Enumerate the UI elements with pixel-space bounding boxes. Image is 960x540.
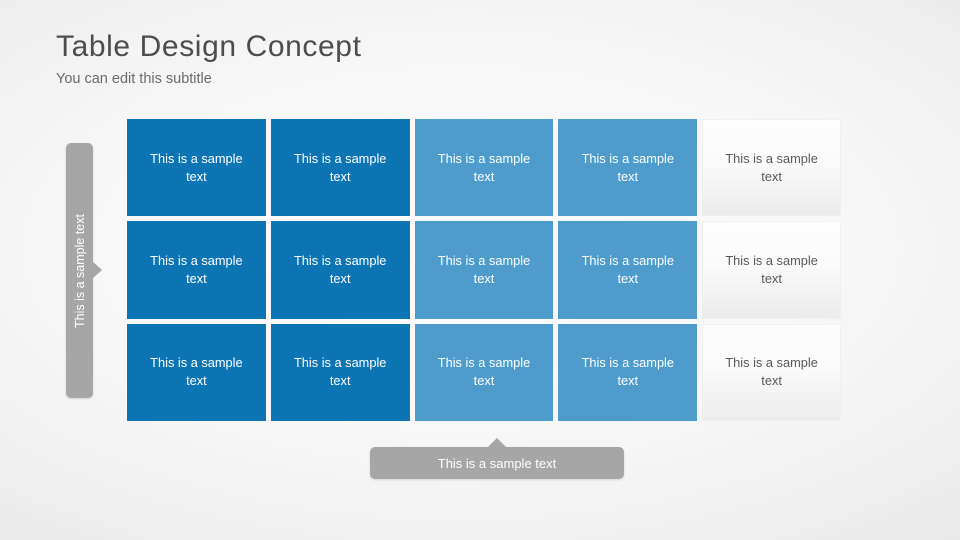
table-cell[interactable]: This is a sample text [558,221,698,319]
table-cell[interactable]: This is a sample text [270,221,410,319]
page-title: Table Design Concept [56,30,362,63]
table-cell[interactable]: This is a sample text [414,323,554,421]
slide-header: Table Design Concept You can edit this s… [56,28,362,89]
table-cell[interactable]: This is a sample text [414,119,554,217]
triangle-right-icon [93,262,102,278]
table-cell[interactable]: This is a sample text [127,119,266,217]
table-grid: This is a sample text This is a sample t… [127,119,841,421]
column-group-label-text: This is a sample text [437,455,557,471]
table-cell[interactable]: This is a sample text [558,323,698,421]
table-cell[interactable]: This is a sample text [558,119,698,217]
table-cell[interactable]: This is a sample text [414,221,554,319]
table-cell[interactable]: This is a sample text [702,119,841,217]
row-group-label[interactable]: This is a sample text [66,143,93,398]
triangle-up-icon [488,438,506,447]
page-subtitle: You can edit this subtitle [56,71,212,87]
table-cell[interactable]: This is a sample text [127,323,266,421]
table-cell[interactable]: This is a sample text [127,221,266,319]
table-cell[interactable]: This is a sample text [702,221,841,319]
column-group-label[interactable]: This is a sample text [370,447,624,479]
table-cell[interactable]: This is a sample text [702,323,841,421]
table-cell[interactable]: This is a sample text [270,323,410,421]
table-cell[interactable]: This is a sample text [270,119,410,217]
row-group-label-text: This is a sample text [72,213,87,328]
